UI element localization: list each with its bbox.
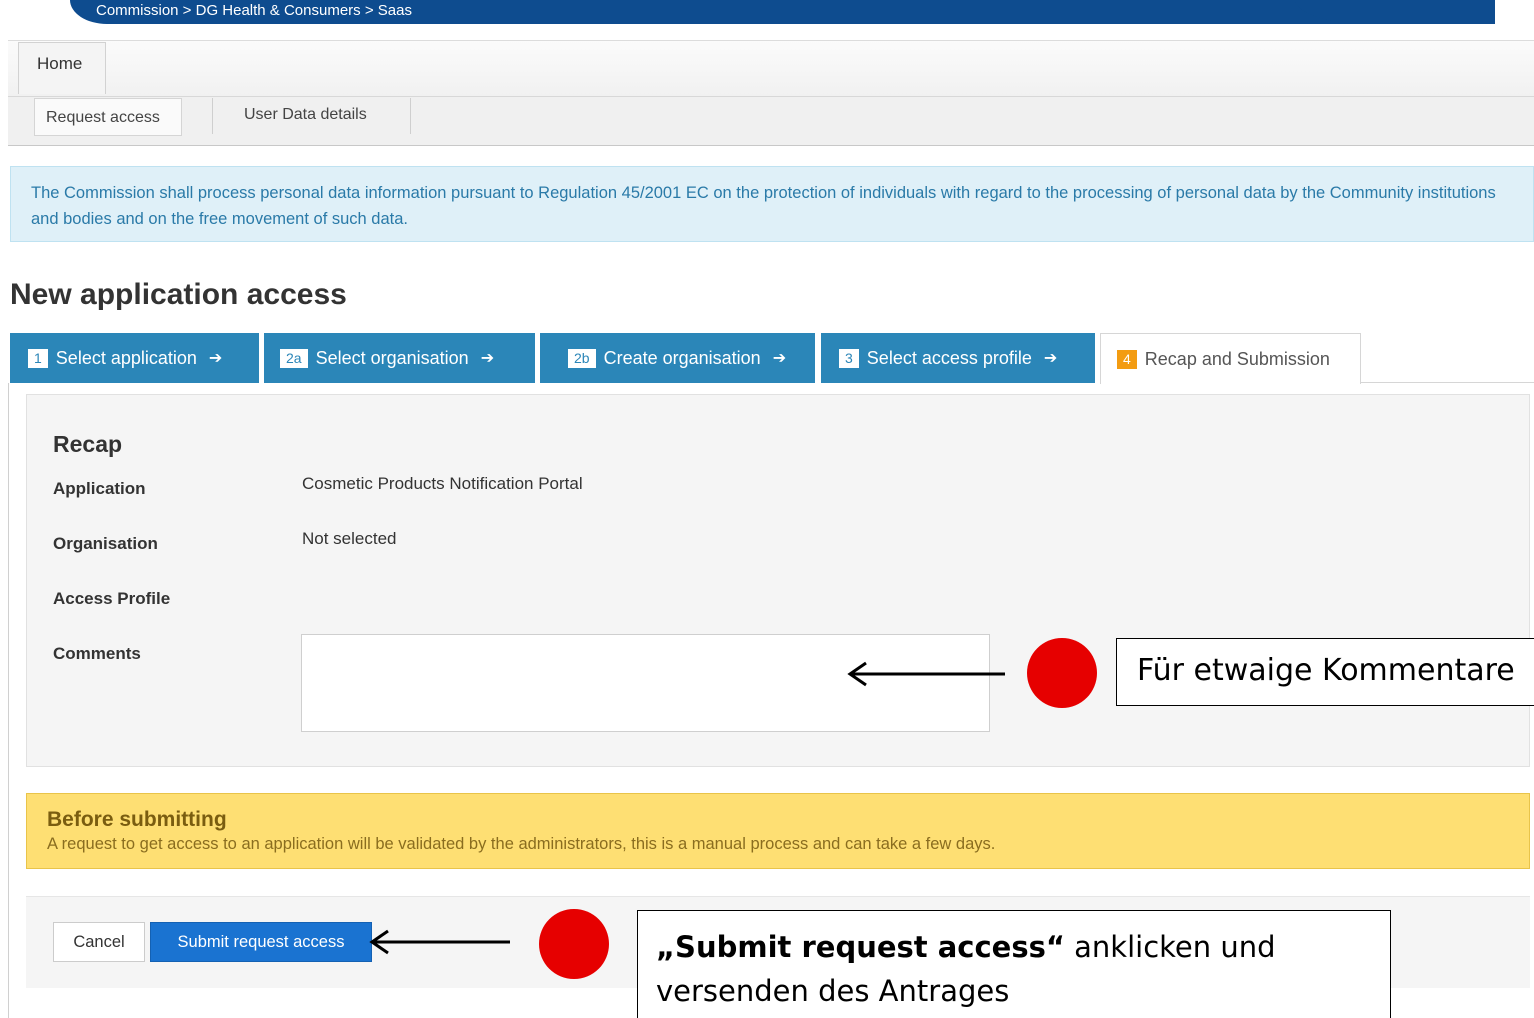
annotation-overlay: [369, 638, 1097, 979]
submit-annotation-bold: „Submit request access“: [656, 930, 1065, 964]
red-marker-icon: [539, 909, 609, 979]
comments-annotation: Für etwaige Kommentare: [1116, 638, 1534, 706]
red-marker-icon: [1027, 638, 1097, 708]
arrow-left-icon: [847, 661, 1005, 687]
submit-annotation: „Submit request access“ anklicken und ve…: [637, 910, 1391, 1018]
arrow-left-icon: [369, 929, 510, 955]
